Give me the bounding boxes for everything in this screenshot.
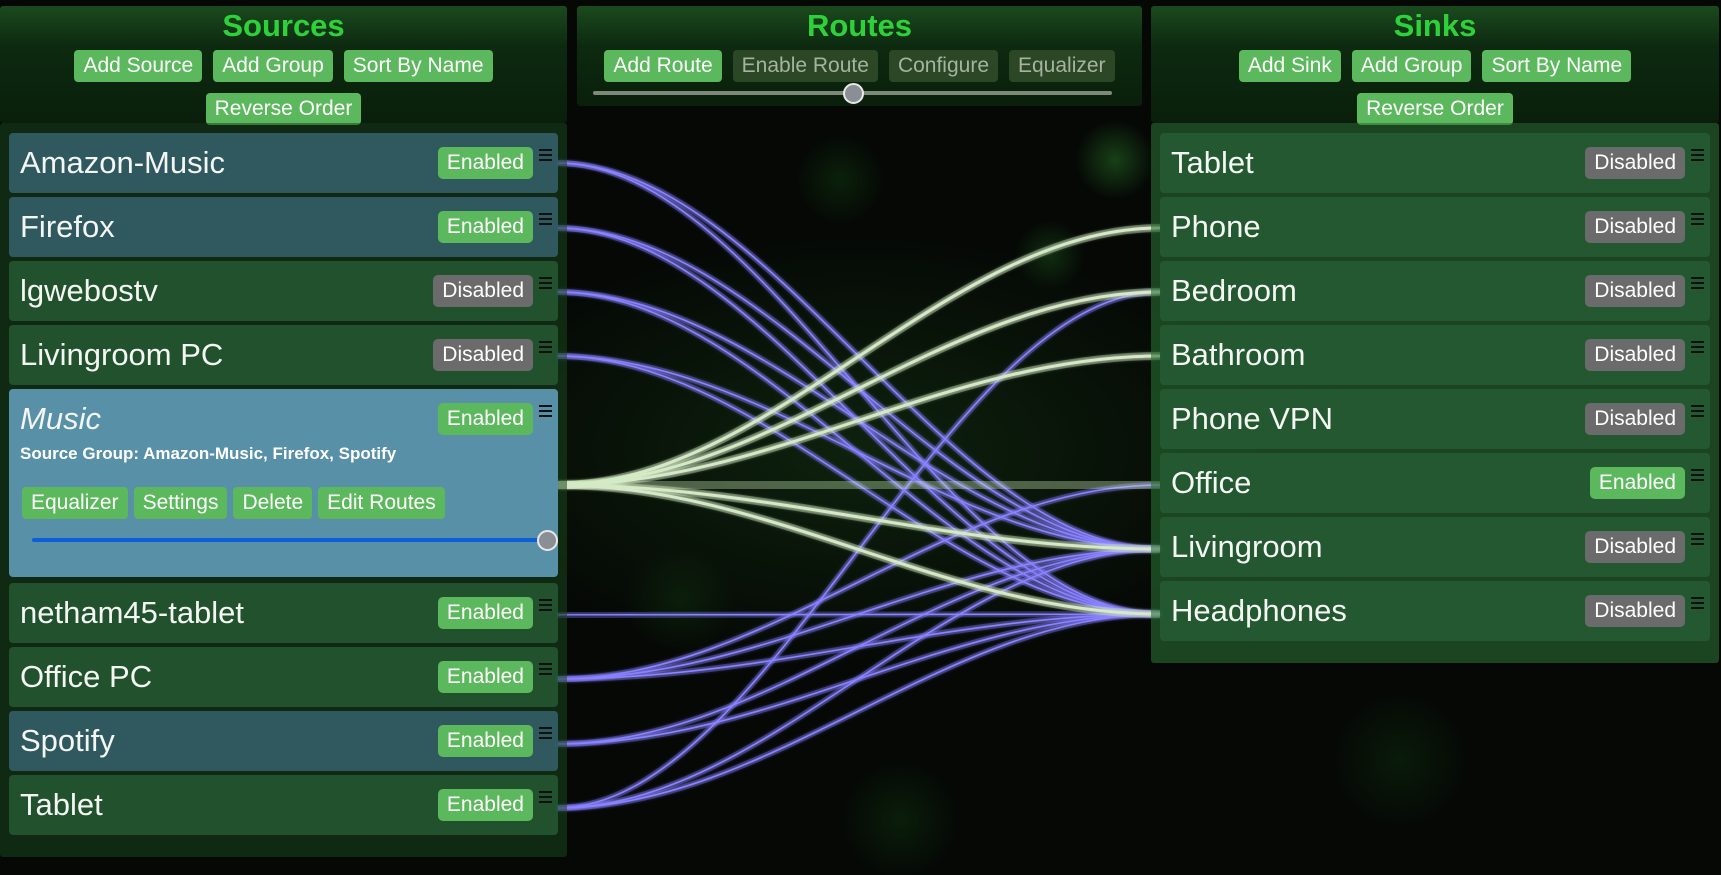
status-badge[interactable]: Enabled	[437, 597, 533, 629]
drag-handle-icon[interactable]	[1691, 211, 1704, 229]
sinks-list: Tablet Disabled Phone Disabled Bedroom D…	[1151, 123, 1719, 663]
sink-item-bathroom[interactable]: Bathroom Disabled	[1160, 325, 1710, 385]
source-item-netham45-tablet[interactable]: netham45-tablet Enabled	[9, 583, 558, 643]
sinks-sort-by-name-button[interactable]: Sort By Name	[1482, 50, 1632, 82]
drag-handle-icon[interactable]	[539, 725, 552, 743]
group-equalizer-button[interactable]: Equalizer	[22, 487, 128, 519]
sources-reverse-order-button[interactable]: Reverse Order	[205, 93, 362, 125]
status-badge[interactable]: Disabled	[1585, 531, 1685, 563]
sink-name: Bedroom	[1171, 273, 1297, 308]
add-sink-button[interactable]: Add Sink	[1238, 50, 1341, 82]
status-badge[interactable]: Disabled	[433, 275, 533, 307]
add-route-button[interactable]: Add Route	[604, 50, 722, 82]
status-badge[interactable]: Disabled	[1585, 595, 1685, 627]
status-badge[interactable]: Enabled	[437, 147, 533, 179]
source-name: lgwebostv	[20, 273, 158, 308]
source-item-office-pc[interactable]: Office PC Enabled	[9, 647, 558, 707]
drag-handle-icon[interactable]	[539, 275, 552, 293]
route-volume-knob[interactable]	[842, 83, 864, 104]
drag-handle-icon[interactable]	[1691, 339, 1704, 357]
source-item-tablet[interactable]: Tablet Enabled	[9, 775, 558, 835]
status-badge[interactable]: Enabled	[437, 661, 533, 693]
route-line[interactable]	[556, 548, 1161, 745]
drag-handle-icon[interactable]	[539, 211, 552, 229]
status-badge[interactable]: Enabled	[437, 725, 533, 757]
sources-list: Amazon-Music Enabled Firefox Enabled lgw…	[0, 123, 567, 857]
sink-name: Headphones	[1171, 593, 1347, 628]
sink-item-livingroom[interactable]: Livingroom Disabled	[1160, 517, 1710, 577]
drag-handle-icon[interactable]	[539, 147, 552, 165]
configure-route-button[interactable]: Configure	[888, 50, 998, 82]
drag-handle-icon[interactable]	[1691, 403, 1704, 421]
sinks-reverse-order-button[interactable]: Reverse Order	[1357, 93, 1513, 125]
sink-item-bedroom[interactable]: Bedroom Disabled	[1160, 261, 1710, 321]
group-edit-routes-button[interactable]: Edit Routes	[318, 487, 445, 519]
source-group-music[interactable]: Music Enabled Source Group: Amazon-Music…	[9, 389, 558, 577]
status-badge[interactable]: Enabled	[1589, 467, 1685, 499]
drag-handle-icon[interactable]	[539, 339, 552, 357]
status-badge[interactable]: Disabled	[1585, 147, 1685, 179]
source-item-lgwebostv[interactable]: lgwebostv Disabled	[9, 261, 558, 321]
source-name: Office PC	[20, 659, 153, 694]
routes-title: Routes	[806, 8, 913, 43]
drag-handle-icon[interactable]	[1691, 595, 1704, 613]
group-settings-button[interactable]: Settings	[133, 487, 228, 519]
group-volume-track[interactable]	[32, 538, 547, 542]
drag-handle-icon[interactable]	[1691, 467, 1704, 485]
drag-handle-icon[interactable]	[539, 403, 552, 421]
sink-item-phone[interactable]: Phone Disabled	[1160, 197, 1710, 257]
routes-header: Routes Add Route Enable Route Configure …	[577, 6, 1142, 106]
sink-item-headphones[interactable]: Headphones Disabled	[1160, 581, 1710, 641]
status-badge[interactable]: Disabled	[1585, 339, 1685, 371]
sources-header: Sources Add Source Add Group Sort By Nam…	[0, 6, 567, 125]
add-source-group-button[interactable]: Add Group	[213, 50, 333, 82]
sink-name: Livingroom	[1171, 529, 1323, 564]
source-name: Spotify	[20, 723, 115, 758]
status-badge[interactable]: Disabled	[433, 339, 533, 371]
source-name: Tablet	[20, 787, 103, 822]
add-sink-group-button[interactable]: Add Group	[1351, 50, 1472, 82]
route-equalizer-button[interactable]: Equalizer	[1009, 50, 1115, 82]
sink-name: Phone	[1171, 209, 1261, 244]
status-badge[interactable]: Enabled	[437, 789, 533, 821]
sink-name: Office	[1171, 465, 1252, 500]
add-source-button[interactable]: Add Source	[74, 50, 203, 82]
group-delete-button[interactable]: Delete	[233, 487, 313, 519]
status-badge[interactable]: Disabled	[1585, 275, 1685, 307]
sources-sort-by-name-button[interactable]: Sort By Name	[343, 50, 493, 82]
source-group-members: Source Group: Amazon-Music, Firefox, Spo…	[20, 444, 397, 463]
drag-handle-icon[interactable]	[539, 661, 552, 679]
group-route-line[interactable]	[556, 354, 1161, 487]
sink-name: Tablet	[1171, 145, 1254, 180]
status-badge[interactable]: Enabled	[437, 403, 533, 435]
status-badge[interactable]: Enabled	[437, 211, 533, 243]
drag-handle-icon[interactable]	[539, 597, 552, 615]
sink-name: Phone VPN	[1171, 401, 1333, 436]
sink-item-phone-vpn[interactable]: Phone VPN Disabled	[1160, 389, 1710, 449]
source-item-amazon-music[interactable]: Amazon-Music Enabled	[9, 133, 558, 193]
drag-handle-icon[interactable]	[1691, 275, 1704, 293]
source-name: Firefox	[20, 209, 115, 244]
group-route-line[interactable]	[556, 226, 1161, 487]
sink-item-tablet[interactable]: Tablet Disabled	[1160, 133, 1710, 193]
sinks-title: Sinks	[1393, 8, 1477, 43]
group-volume-knob[interactable]	[537, 530, 558, 551]
status-badge[interactable]: Disabled	[1585, 211, 1685, 243]
source-name: netham45-tablet	[20, 595, 245, 630]
drag-handle-icon[interactable]	[1691, 531, 1704, 549]
source-item-spotify[interactable]: Spotify Enabled	[9, 711, 558, 771]
source-item-livingroom-pc[interactable]: Livingroom PC Disabled	[9, 325, 558, 385]
sinks-header: Sinks Add Sink Add Group Sort By Name Re…	[1151, 6, 1719, 125]
source-group-name: Music	[20, 401, 101, 436]
source-name: Livingroom PC	[20, 337, 224, 372]
sink-item-office[interactable]: Office Enabled	[1160, 453, 1710, 513]
drag-handle-icon[interactable]	[1691, 147, 1704, 165]
status-badge[interactable]: Disabled	[1585, 403, 1685, 435]
enable-route-button[interactable]: Enable Route	[732, 50, 878, 82]
sources-title: Sources	[222, 8, 345, 43]
source-name: Amazon-Music	[20, 145, 225, 180]
source-item-firefox[interactable]: Firefox Enabled	[9, 197, 558, 257]
sink-name: Bathroom	[1171, 337, 1306, 372]
drag-handle-icon[interactable]	[539, 789, 552, 807]
